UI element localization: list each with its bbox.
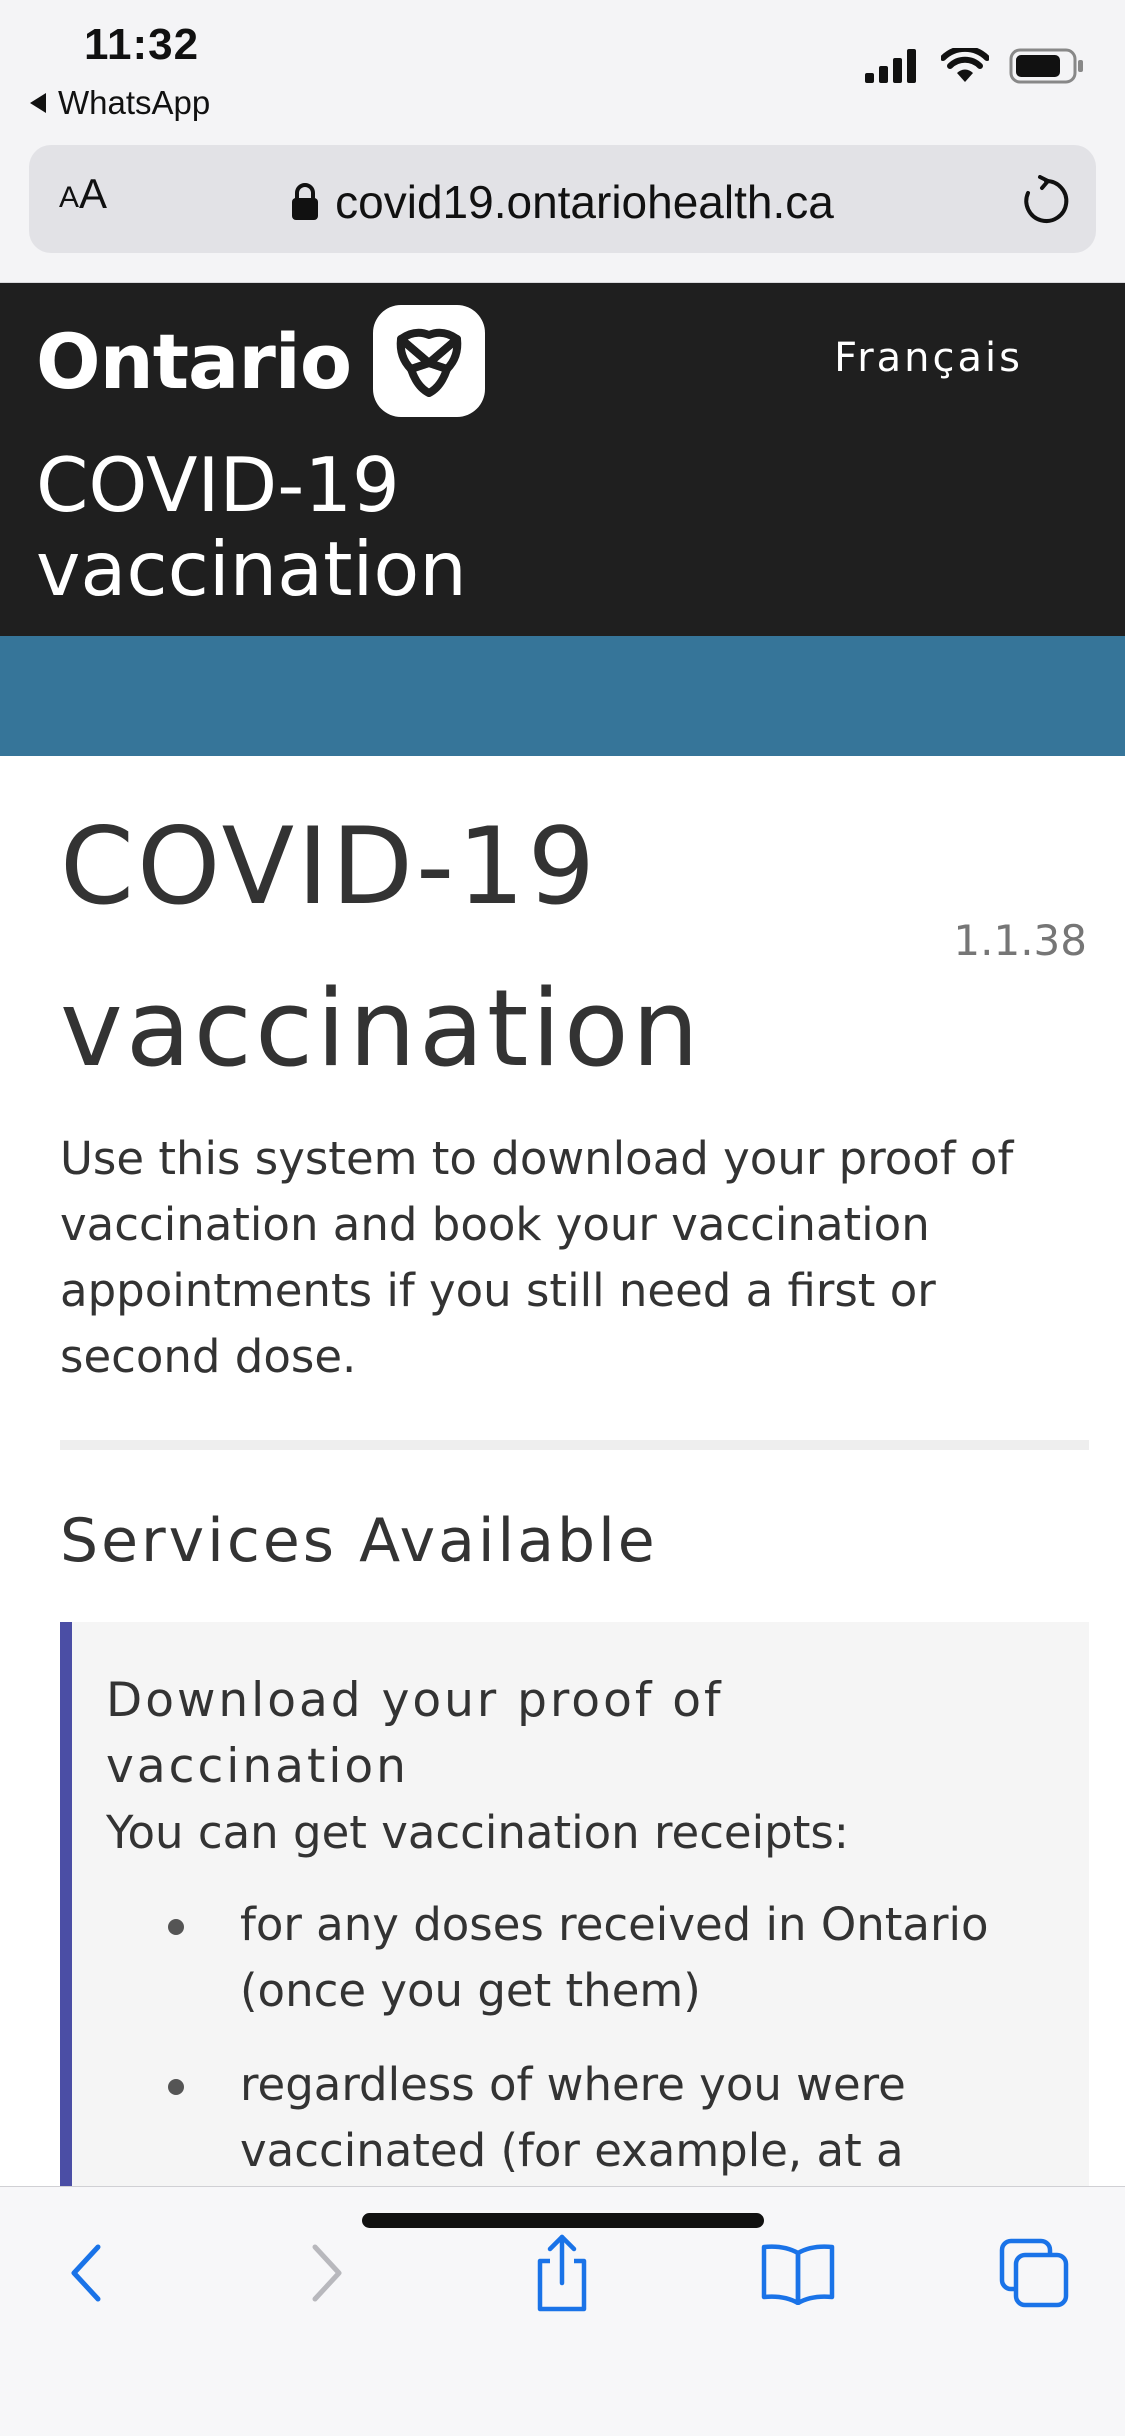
ontario-logo[interactable]: Ontario	[36, 305, 486, 417]
page-title-line1: COVID-19	[60, 805, 599, 928]
url-text: covid19.ontariohealth.ca	[335, 176, 834, 228]
chevron-right-icon	[312, 2244, 342, 2302]
tabs-button[interactable]	[994, 2233, 1074, 2313]
list-item-text: for any doses received in Ontario (once …	[240, 1898, 989, 2017]
version-label: 1.1.38	[953, 916, 1087, 965]
address-bar[interactable]: A A covid19.ontariohealth.ca	[29, 145, 1096, 253]
bullet-icon	[168, 2079, 184, 2095]
services-heading: Services Available	[60, 1506, 658, 1576]
card-title: Download your proof of vaccination	[106, 1673, 724, 1794]
browser-toolbar	[0, 2186, 1125, 2436]
header-subtitle-line2: vaccination	[36, 525, 467, 613]
share-icon	[537, 2234, 587, 2312]
list-item: regardless of where you were vaccinated …	[106, 2052, 1006, 2184]
wifi-icon	[941, 48, 989, 82]
chevron-left-icon	[71, 2244, 101, 2302]
main-content: COVID-19 vaccination 1.1.38 Use this sys…	[0, 756, 1125, 2186]
card-list: for any doses received in Ontario (once …	[106, 1892, 1089, 2184]
forward-button[interactable]	[287, 2233, 367, 2313]
status-icons	[865, 48, 1085, 84]
signal-icon	[865, 49, 916, 83]
back-app-label: WhatsApp	[58, 84, 211, 121]
home-indicator[interactable]	[362, 2213, 764, 2228]
header-subtitle: COVID-19 vaccination	[36, 443, 736, 611]
service-card-proof-of-vaccination[interactable]: Download your proof of vaccination You c…	[60, 1622, 1089, 2186]
section-divider	[60, 1440, 1089, 1450]
list-item: for any doses received in Ontario (once …	[106, 1892, 1006, 2024]
lock-icon	[292, 183, 319, 220]
url-display[interactable]: covid19.ontariohealth.ca	[29, 175, 1096, 229]
back-button[interactable]	[46, 2233, 126, 2313]
header-subtitle-line1: COVID-19	[36, 441, 400, 529]
status-bar: 11:32 WhatsApp	[0, 0, 1125, 135]
page-title-line2: vaccination	[60, 967, 702, 1090]
book-icon	[761, 2244, 835, 2305]
logo-wordmark: Ontario	[36, 316, 352, 406]
card-description: You can get vaccination receipts:	[106, 1806, 849, 1859]
site-header: Ontario Français COVID-19 vaccination	[0, 283, 1125, 636]
trillium-logo-icon	[373, 305, 486, 417]
status-time: 11:32	[84, 20, 200, 69]
accent-band	[0, 636, 1125, 756]
bullet-icon	[168, 1919, 184, 1935]
back-triangle-icon	[30, 93, 46, 113]
page-title: COVID-19 vaccination	[60, 786, 920, 1110]
reload-icon[interactable]	[1020, 175, 1072, 227]
battery-icon	[1009, 48, 1083, 84]
list-item-text: regardless of where you were vaccinated …	[240, 2058, 906, 2177]
share-button[interactable]	[522, 2233, 602, 2313]
intro-paragraph: Use this system to download your proof o…	[60, 1132, 1014, 1383]
back-to-app-link[interactable]: WhatsApp	[30, 84, 210, 122]
browser-address-area: A A covid19.ontariohealth.ca	[0, 135, 1125, 283]
bookmarks-button[interactable]	[758, 2233, 838, 2313]
language-toggle-link[interactable]: Français	[834, 335, 1023, 381]
tabs-icon	[999, 2238, 1069, 2308]
